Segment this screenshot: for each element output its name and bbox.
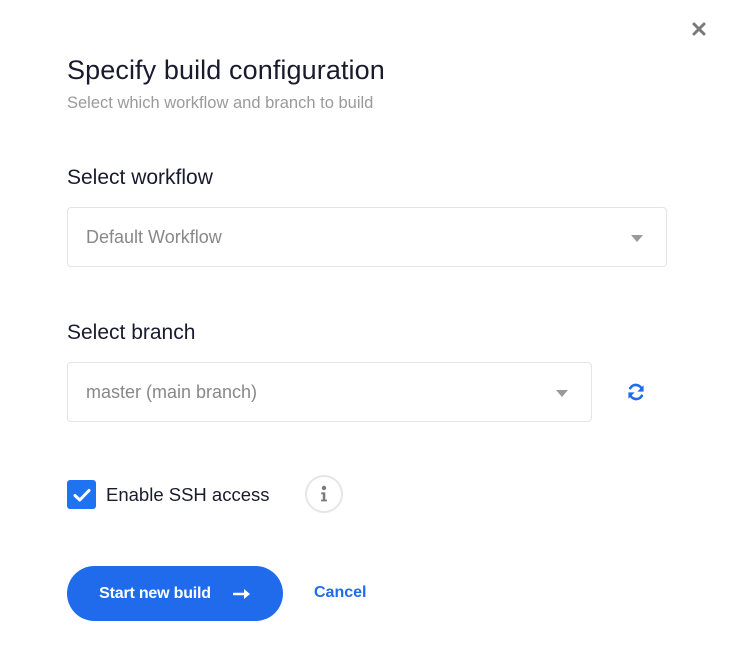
- build-config-dialog: Specify build configuration Select which…: [0, 0, 736, 661]
- chevron-down-icon: [556, 390, 568, 397]
- dialog-title: Specify build configuration: [67, 55, 385, 85]
- branch-select[interactable]: master (main branch): [67, 362, 592, 422]
- refresh-branches-button[interactable]: [624, 380, 648, 404]
- chevron-down-icon: [631, 235, 643, 242]
- start-new-build-label: Start new build: [99, 584, 211, 602]
- cancel-button[interactable]: Cancel: [314, 584, 366, 602]
- dialog-subtitle: Select which workflow and branch to buil…: [67, 94, 374, 112]
- workflow-label: Select workflow: [67, 166, 213, 189]
- checkmark-icon: [73, 488, 90, 501]
- workflow-select[interactable]: Default Workflow: [67, 207, 667, 267]
- close-button[interactable]: [688, 18, 710, 40]
- start-new-build-button[interactable]: Start new build: [67, 566, 283, 621]
- ssh-access-label[interactable]: Enable SSH access: [106, 484, 270, 506]
- refresh-icon: [628, 383, 644, 401]
- arrow-right-icon: [232, 588, 251, 600]
- branch-selected-value: master (main branch): [86, 381, 258, 402]
- info-icon: [321, 485, 327, 502]
- close-icon: [692, 22, 706, 36]
- ssh-info-button[interactable]: [305, 475, 343, 513]
- branch-label: Select branch: [67, 321, 196, 344]
- workflow-selected-value: Default Workflow: [86, 226, 222, 247]
- ssh-access-checkbox[interactable]: [67, 480, 96, 509]
